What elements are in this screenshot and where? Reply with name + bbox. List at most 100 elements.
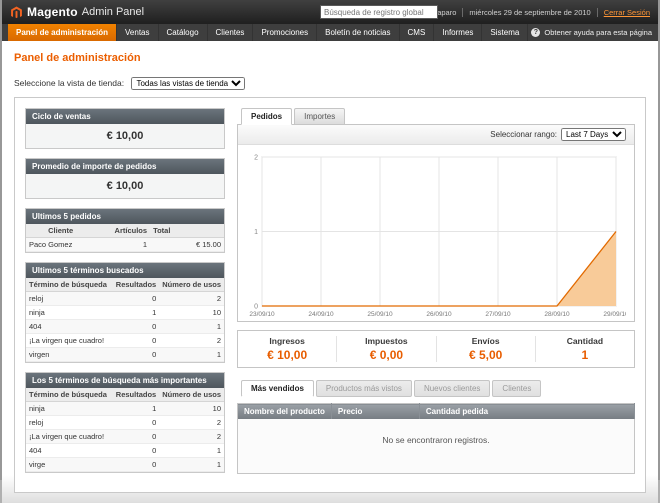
nav-item[interactable]: Clientes	[208, 24, 254, 41]
svg-text:27/09/10: 27/09/10	[485, 311, 511, 318]
column-header: Término de búsqueda	[26, 278, 110, 292]
last-search-terms-box: Ultimos 5 términos buscados Término de b…	[25, 262, 225, 363]
grid-column-header: Nombre del producto	[238, 404, 332, 420]
nav-item[interactable]: Panel de administración	[8, 24, 117, 41]
logout-link[interactable]: Cerrar Sesión	[604, 8, 650, 17]
magento-logo: Magento Admin Panel	[10, 5, 144, 19]
table-header-row: Término de búsquedaResultadosNúmero de u…	[26, 278, 224, 292]
last-orders-box: Ultimos 5 pedidos ClienteArtículosTotal …	[25, 208, 225, 253]
store-view-label: Seleccione la vista de tienda:	[14, 78, 124, 88]
table-row[interactable]: reloj02	[26, 416, 224, 430]
box-title: Los 5 términos de búsqueda más important…	[26, 373, 224, 388]
svg-text:0: 0	[254, 304, 258, 311]
table-row[interactable]: reloj02	[26, 292, 224, 306]
stat-label: Ingresos	[238, 336, 336, 346]
nav-menu: Panel de administraciónVentasCatálogoCli…	[8, 24, 528, 41]
column-header: Término de búsqueda	[26, 388, 110, 402]
table-row[interactable]: ¡La virgen que cuadro!02	[26, 334, 224, 348]
nav-item[interactable]: Promociones	[253, 24, 317, 41]
table-row[interactable]: ninja110	[26, 306, 224, 320]
table-row[interactable]: 40401	[26, 444, 224, 458]
empty-message: No se encontraron registros.	[238, 419, 635, 474]
nav-item[interactable]: Sistema	[482, 24, 528, 41]
grid-tab: Clientes	[492, 380, 541, 397]
help-link[interactable]: ? Obtener ayuda para esta página	[531, 24, 652, 41]
chart-panel: Seleccionar rango: Last 7 Days 0 1 2 23/09/…	[237, 124, 635, 322]
magento-admin-window: Magento Admin Panel Accedió como aparo m…	[0, 0, 660, 480]
top-search-terms-table: Término de búsquedaResultadosNúmero de u…	[26, 388, 224, 472]
store-switcher: Seleccione la vista de tienda: Todas las…	[14, 77, 646, 90]
dashboard-right-column: PedidosImportes Seleccionar rango: Last …	[237, 108, 635, 482]
nav-item[interactable]: CMS	[400, 24, 435, 41]
stat-cell: Ingresos € 10,00	[238, 336, 336, 362]
store-view-select[interactable]: Todas las vistas de tienda	[131, 77, 245, 90]
lifetime-sales-box: Ciclo de ventas € 10,00	[25, 108, 225, 149]
average-orders-box: Promedio de importe de pedidos € 10,00	[25, 158, 225, 199]
grid-empty-row: No se encontraron registros.	[238, 419, 635, 474]
dashboard-tab[interactable]: Pedidos	[241, 108, 292, 125]
svg-text:25/09/10: 25/09/10	[367, 311, 393, 318]
table-row[interactable]: ninja110	[26, 402, 224, 416]
table-header-row: ClienteArtículosTotal	[26, 224, 224, 238]
divider	[597, 8, 598, 17]
box-title: Ultimos 5 términos buscados	[26, 263, 224, 278]
svg-text:1: 1	[254, 229, 258, 236]
table-row[interactable]: Paco Gomez1€ 15.00	[26, 238, 224, 252]
dashboard-tab[interactable]: Importes	[294, 108, 345, 125]
range-select[interactable]: Last 7 Days	[561, 128, 626, 141]
column-header: Artículos	[76, 224, 150, 238]
average-orders-value: € 10,00	[26, 174, 224, 198]
top-header-bar: Magento Admin Panel Accedió como aparo m…	[2, 0, 658, 24]
last-orders-table: ClienteArtículosTotal Paco Gomez1€ 15.00	[26, 224, 224, 252]
nav-item[interactable]: Catálogo	[159, 24, 208, 41]
totals-row: Ingresos € 10,00 Impuestos € 0,00 Envíos…	[237, 330, 635, 368]
box-title: Ciclo de ventas	[26, 109, 224, 124]
range-bar: Seleccionar rango: Last 7 Days	[238, 125, 634, 145]
grid-tab: Nuevos clientes	[414, 380, 490, 397]
column-header: Total	[150, 224, 224, 238]
stat-value: 1	[536, 348, 634, 362]
nav-item[interactable]: Boletín de noticias	[317, 24, 399, 41]
nav-item[interactable]: Ventas	[117, 24, 158, 41]
brand-suffix: Admin Panel	[82, 6, 144, 18]
grid-header-row: Nombre del productoPrecioCantidad pedida	[238, 404, 635, 420]
dashboard-left-column: Ciclo de ventas € 10,00 Promedio de impo…	[25, 108, 225, 482]
stat-cell: Impuestos € 0,00	[336, 336, 435, 362]
grid-column-header: Precio	[331, 404, 419, 420]
svg-text:2: 2	[254, 155, 258, 162]
column-header: Cliente	[26, 224, 76, 238]
grid-column-header: Cantidad pedida	[419, 404, 634, 420]
main-navigation: Panel de administraciónVentasCatálogoCli…	[2, 24, 658, 41]
column-header: Número de usos	[159, 278, 224, 292]
global-search-input[interactable]	[320, 5, 438, 19]
svg-text:23/09/10: 23/09/10	[249, 311, 275, 318]
table-row[interactable]: ¡La virgen que cuadro!02	[26, 430, 224, 444]
table-row[interactable]: virge01	[26, 458, 224, 472]
nav-item[interactable]: Informes	[434, 24, 482, 41]
column-header: Número de usos	[159, 388, 224, 402]
svg-text:29/09/10: 29/09/10	[603, 311, 626, 318]
stat-cell: Cantidad 1	[535, 336, 634, 362]
table-row[interactable]: virgen01	[26, 348, 224, 362]
stat-value: € 5,00	[437, 348, 535, 362]
divider	[462, 8, 463, 17]
grid-tabs: Más vendidosProductos más vistosNuevos c…	[237, 380, 635, 397]
dashboard-tabs: PedidosImportes	[237, 108, 635, 124]
svg-text:26/09/10: 26/09/10	[426, 311, 452, 318]
dashboard-panel: Ciclo de ventas € 10,00 Promedio de impo…	[14, 97, 646, 493]
grid-tab[interactable]: Más vendidos	[241, 380, 314, 397]
help-label: Obtener ayuda para esta página	[544, 28, 652, 37]
column-header: Resultados	[110, 278, 159, 292]
column-header: Resultados	[110, 388, 159, 402]
table-row[interactable]: 40401	[26, 320, 224, 334]
help-icon: ?	[531, 28, 540, 37]
top-search-terms-box: Los 5 términos de búsqueda más important…	[25, 372, 225, 473]
page-title: Panel de administración	[14, 52, 646, 64]
box-title: Ultimos 5 pedidos	[26, 209, 224, 224]
products-grid: Nombre del productoPrecioCantidad pedida…	[237, 403, 635, 474]
stat-label: Impuestos	[337, 336, 435, 346]
range-label: Seleccionar rango:	[490, 130, 557, 139]
table-header-row: Término de búsquedaResultadosNúmero de u…	[26, 388, 224, 402]
brand-name: Magento	[27, 5, 78, 19]
magento-logo-icon	[10, 6, 23, 19]
